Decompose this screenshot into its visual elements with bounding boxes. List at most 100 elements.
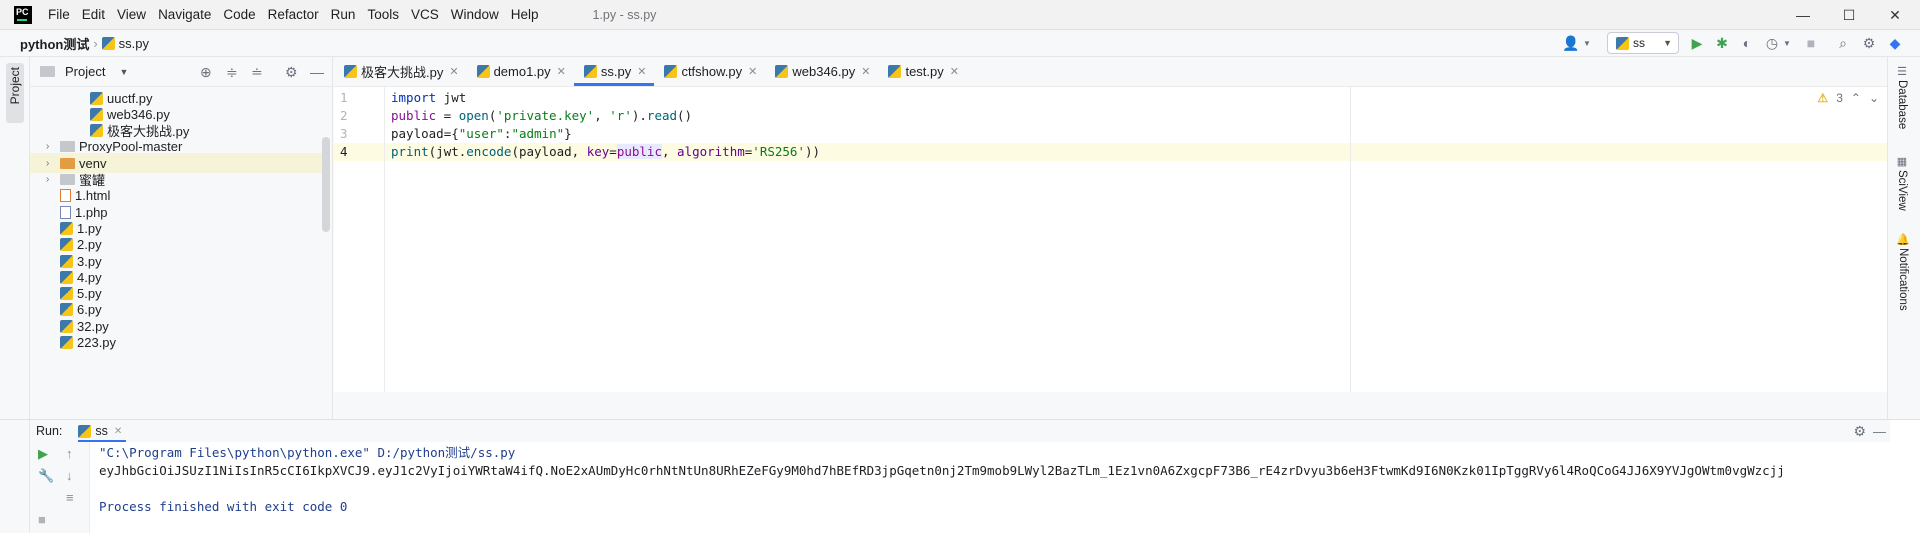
expand-all-icon[interactable]: ≑: [226, 64, 238, 81]
soft-wrap-icon[interactable]: ≡: [66, 490, 74, 505]
code-token: public: [616, 144, 662, 159]
left-tool-strip-bottom: [0, 420, 30, 533]
project-tree-scrollbar[interactable]: [322, 137, 330, 232]
python-file-icon: [583, 65, 597, 78]
right-tool-strip: ☰ Database ▦ SciView 🔔 Notifications: [1887, 57, 1920, 419]
chevron-up-icon[interactable]: ⌃: [1851, 91, 1861, 105]
close-icon[interactable]: ✕: [861, 65, 870, 78]
python-file-icon: [476, 65, 490, 78]
menu-window[interactable]: Window: [445, 0, 505, 30]
jetbrains-assistant-icon[interactable]: ◆: [1886, 34, 1904, 52]
code-line-text: print(jwt.encode(payload, key=public, al…: [391, 143, 820, 161]
editor-tab[interactable]: 极客大挑战.py ✕: [334, 57, 467, 86]
menu-code[interactable]: Code: [217, 0, 261, 30]
code-line[interactable]: public = open('private.key', 'r').read(): [334, 107, 1887, 125]
chevron-right-icon[interactable]: ›: [46, 141, 49, 152]
minimize-button[interactable]: —: [1780, 0, 1826, 30]
tool-tab-project[interactable]: Project: [6, 63, 24, 123]
close-button[interactable]: ✕: [1872, 0, 1918, 30]
menu-run[interactable]: Run: [325, 0, 362, 30]
stop-icon[interactable]: ■: [38, 512, 46, 527]
project-panel-title[interactable]: Project: [65, 64, 105, 79]
code-token: print: [391, 144, 429, 159]
run-panel: Run: ss ✕ ⚙ — ▶ ↑ 🔧 ↓ ≡ ■ "C:\Program Fi…: [0, 419, 1920, 533]
tool-tab-database-label: Database: [1896, 80, 1908, 130]
menu-help[interactable]: Help: [505, 0, 545, 30]
inspection-widget[interactable]: ⚠ 3 ⌃ ⌄: [1817, 91, 1879, 105]
chevron-right-icon[interactable]: ›: [46, 158, 49, 169]
close-icon[interactable]: ✕: [637, 65, 646, 78]
code-token: public: [391, 108, 437, 123]
run-icon[interactable]: ▶: [1688, 34, 1706, 52]
close-icon[interactable]: ✕: [557, 65, 566, 78]
locate-icon[interactable]: ⊕: [200, 64, 212, 81]
project-tree-item-label: 1.html: [75, 188, 111, 204]
menu-view[interactable]: View: [111, 0, 152, 30]
gear-icon[interactable]: ⚙: [1853, 423, 1866, 440]
coverage-icon[interactable]: ◐: [1738, 34, 1756, 52]
console-line: "C:\Program Files\python\python.exe" D:/…: [99, 445, 516, 460]
code-token: ,: [661, 144, 678, 159]
code-token: jwt: [436, 90, 467, 105]
run-tab-ss[interactable]: ss ✕: [78, 420, 127, 442]
search-icon[interactable]: ⌕: [1834, 34, 1852, 52]
menu-vcs[interactable]: VCS: [405, 0, 445, 30]
arrow-down-icon[interactable]: ↓: [66, 468, 73, 483]
close-icon[interactable]: ✕: [449, 65, 458, 78]
editor-tab[interactable]: test.py ✕: [878, 57, 967, 86]
tool-tab-database[interactable]: ☰ Database: [1896, 65, 1908, 129]
collapse-all-icon[interactable]: ≐: [251, 64, 263, 81]
code-line[interactable]: import jwt: [334, 89, 1887, 107]
menu-edit[interactable]: Edit: [76, 0, 111, 30]
editor-tab[interactable]: ctfshow.py ✕: [654, 57, 765, 86]
chevron-down-icon[interactable]: ▼: [1778, 34, 1796, 52]
menu-tools[interactable]: Tools: [361, 0, 405, 30]
editor-tab[interactable]: web346.py ✕: [765, 57, 878, 86]
editor-tab[interactable]: ss.py ✕: [573, 57, 655, 86]
settings-icon[interactable]: ⚙: [1860, 34, 1878, 52]
code-line[interactable]: payload={"user":"admin"}: [334, 125, 1887, 143]
arrow-up-icon[interactable]: ↑: [66, 446, 73, 461]
code-line[interactable]: print(jwt.encode(payload, key=public, al…: [334, 143, 1887, 161]
chevron-down-icon[interactable]: ▼: [1578, 34, 1596, 52]
editor-tab[interactable]: demo1.py ✕: [467, 57, 574, 86]
tool-tab-notifications[interactable]: 🔔 Notifications: [1896, 233, 1910, 311]
chevron-down-icon: ▼: [1663, 38, 1672, 48]
breadcrumb-file[interactable]: ss.py: [119, 36, 149, 51]
wrench-icon[interactable]: 🔧: [38, 468, 54, 484]
chevron-right-icon[interactable]: ›: [46, 174, 49, 185]
menu-refactor[interactable]: Refactor: [262, 0, 325, 30]
breadcrumb-project[interactable]: python测试: [20, 34, 89, 53]
rerun-icon[interactable]: ▶: [38, 446, 48, 462]
code-token: (): [677, 108, 693, 123]
stop-icon[interactable]: ■: [1802, 34, 1820, 52]
python-file-icon: [60, 303, 73, 317]
menu-navigate[interactable]: Navigate: [152, 0, 217, 30]
menu-file[interactable]: File: [42, 0, 76, 30]
code-token: =: [609, 144, 617, 159]
project-tree-item-label: ProxyPool-master: [79, 139, 183, 155]
code-editor[interactable]: import jwt public = open('private.key', '…: [334, 87, 1887, 392]
chevron-down-icon[interactable]: ▼: [119, 67, 128, 77]
maximize-button[interactable]: ☐: [1826, 0, 1872, 30]
close-icon[interactable]: ✕: [950, 65, 959, 78]
sciview-icon: ▦: [1896, 156, 1908, 168]
console-output[interactable]: "C:\Program Files\python\python.exe" D:/…: [99, 444, 1889, 533]
window-title: 1.py - ss.py: [592, 7, 657, 22]
hide-icon[interactable]: —: [310, 64, 324, 80]
chevron-down-icon[interactable]: ⌄: [1869, 91, 1879, 105]
tool-tab-sciview[interactable]: ▦ SciView: [1896, 155, 1908, 211]
project-tree-item[interactable]: 223.py: [30, 333, 322, 353]
code-token: (payload,: [511, 144, 587, 159]
run-configuration-select[interactable]: ss ▼: [1607, 32, 1679, 54]
code-token: "admin": [511, 126, 565, 141]
debug-icon[interactable]: ✱: [1713, 34, 1731, 52]
html-file-icon: [60, 189, 71, 203]
gear-icon[interactable]: ⚙: [285, 64, 298, 81]
hide-icon[interactable]: —: [1873, 424, 1886, 439]
close-icon[interactable]: ✕: [114, 426, 122, 437]
run-tab-label: ss: [95, 424, 108, 438]
tool-tab-project-label: Project: [8, 67, 22, 105]
line-number: 2: [340, 108, 348, 123]
close-icon[interactable]: ✕: [748, 65, 757, 78]
